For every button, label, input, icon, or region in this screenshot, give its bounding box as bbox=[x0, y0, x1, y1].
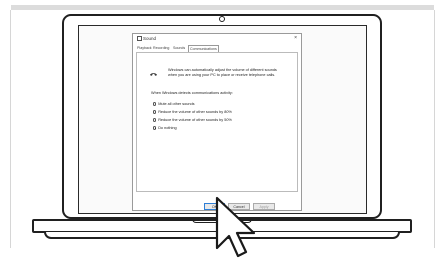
left-border-line bbox=[10, 10, 11, 248]
tab-recording[interactable]: Recording bbox=[152, 45, 170, 51]
close-button[interactable]: × bbox=[294, 35, 297, 41]
radio-reduce-50[interactable] bbox=[153, 118, 157, 122]
top-divider-bar bbox=[11, 5, 434, 10]
dialog-title-text: Sound bbox=[143, 36, 157, 41]
info-text: Windows can automatically adjust the vol… bbox=[168, 68, 277, 77]
radio-do-nothing[interactable] bbox=[153, 126, 157, 130]
telephone-icon bbox=[150, 73, 157, 76]
option-reduce-80[interactable]: Reduce the volume of other sounds by 80% bbox=[153, 110, 232, 114]
tab-sounds[interactable]: Sounds bbox=[172, 45, 186, 51]
activity-question: When Windows detects communications acti… bbox=[151, 91, 233, 95]
option-reduce-50[interactable]: Reduce the volume of other sounds by 50% bbox=[153, 118, 232, 122]
dialog-title: Sound bbox=[137, 36, 157, 42]
option-label: Do nothing bbox=[158, 126, 177, 130]
tab-playback[interactable]: Playback bbox=[136, 45, 153, 51]
mouse-pointer-icon bbox=[215, 196, 256, 258]
speaker-icon bbox=[137, 36, 142, 42]
option-mute-all[interactable]: Mute all other sounds bbox=[153, 102, 195, 106]
option-label: Reduce the volume of other sounds by 50% bbox=[158, 118, 232, 122]
option-do-nothing[interactable]: Do nothing bbox=[153, 126, 177, 130]
radio-mute-all[interactable] bbox=[153, 102, 157, 106]
webcam-icon bbox=[219, 16, 225, 22]
radio-reduce-80[interactable] bbox=[153, 110, 157, 114]
option-label: Mute all other sounds bbox=[158, 102, 195, 106]
option-label: Reduce the volume of other sounds by 80% bbox=[158, 110, 232, 114]
sound-dialog: Sound × Playback Recording Sounds Commun… bbox=[132, 33, 302, 211]
right-border-line bbox=[434, 10, 435, 248]
